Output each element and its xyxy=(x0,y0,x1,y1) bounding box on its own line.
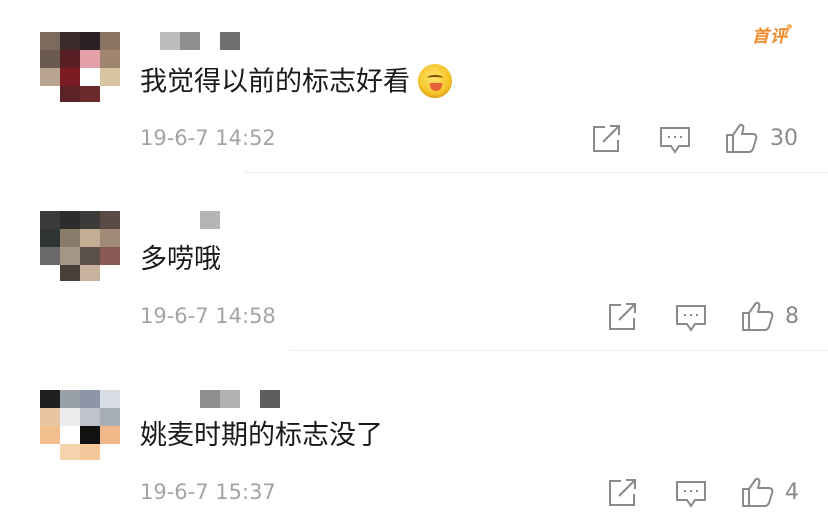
share-icon[interactable] xyxy=(607,302,639,332)
yum-face-emoji xyxy=(418,64,452,98)
comment-text: 多唠哦 xyxy=(140,244,221,275)
avatar[interactable] xyxy=(40,211,120,281)
comment-item: 我觉得以前的标志好看 19-6-7 14:52 30 xyxy=(0,0,828,174)
comment-text: 我觉得以前的标志好看 xyxy=(140,64,452,100)
avatar[interactable] xyxy=(40,32,120,102)
comment-icon[interactable] xyxy=(659,125,691,155)
comment-timestamp: 19-6-7 14:52 xyxy=(140,126,276,150)
username-censored[interactable] xyxy=(200,211,222,229)
like-count: 4 xyxy=(785,480,799,505)
divider xyxy=(290,350,828,351)
username-censored[interactable] xyxy=(200,390,284,408)
comment-text-content: 我觉得以前的标志好看 xyxy=(140,66,410,98)
like-count: 8 xyxy=(785,304,799,329)
divider xyxy=(245,172,828,173)
like-count: 30 xyxy=(770,126,798,151)
avatar[interactable] xyxy=(40,390,120,460)
username-censored[interactable] xyxy=(160,32,244,50)
thumbs-up-icon[interactable] xyxy=(725,122,759,154)
comment-timestamp: 19-6-7 15:37 xyxy=(140,480,276,504)
comment-icon[interactable] xyxy=(675,479,707,509)
comment-timestamp: 19-6-7 14:58 xyxy=(140,304,276,328)
share-icon[interactable] xyxy=(607,478,639,508)
thumbs-up-icon[interactable] xyxy=(741,300,775,332)
thumbs-up-icon[interactable] xyxy=(741,476,775,508)
share-icon[interactable] xyxy=(591,124,623,154)
comment-item: 多唠哦 19-6-7 14:58 8 xyxy=(0,174,828,352)
comment-text: 姚麦时期的标志没了 xyxy=(140,420,383,451)
comment-icon[interactable] xyxy=(675,303,707,333)
comment-item: 姚麦时期的标志没了 19-6-7 15:37 4 xyxy=(0,352,828,524)
